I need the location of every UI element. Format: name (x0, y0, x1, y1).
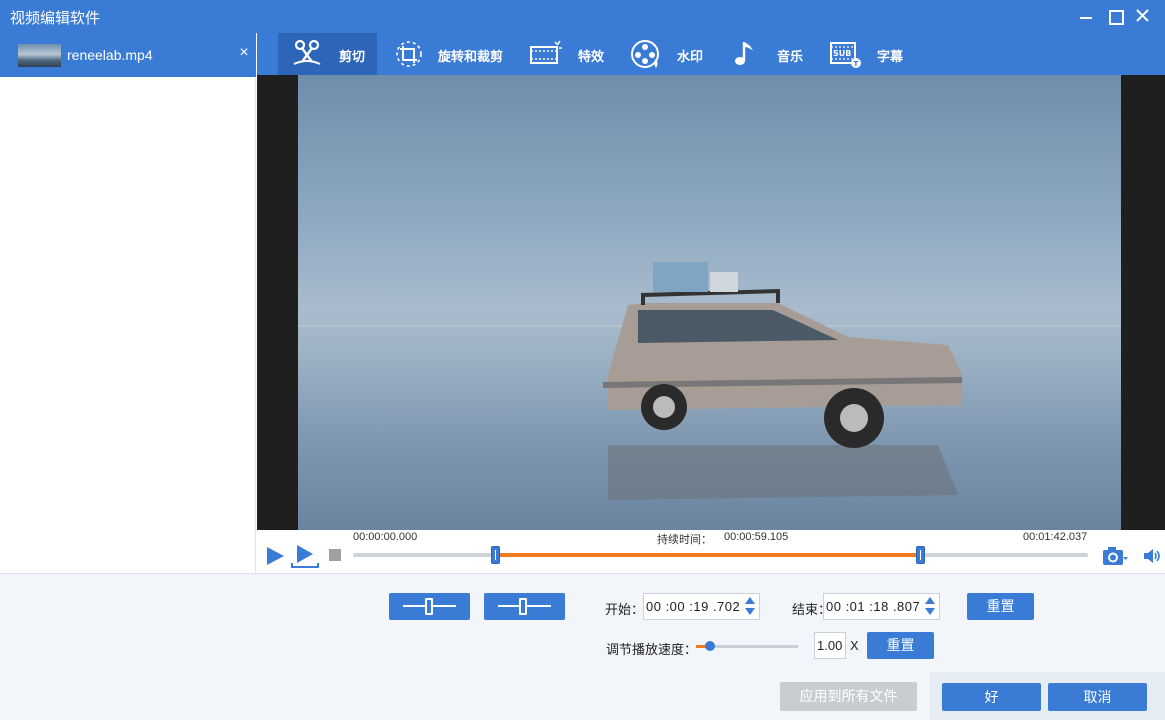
tab-subtitle[interactable]: SUB T 字幕 (828, 33, 918, 75)
edit-toolbar: 剪切 旋转和裁剪 特效 水印 音乐 SUB T 字幕 (257, 33, 1165, 75)
start-time-label: 开始： (605, 602, 645, 617)
set-end-marker-button[interactable] (484, 593, 565, 620)
set-start-marker-button[interactable] (389, 593, 470, 620)
title-bar: 视频编辑软件 (0, 0, 1165, 33)
tab-cut[interactable]: 剪切 (278, 33, 377, 75)
apply-to-all-button[interactable]: 应用到所有文件 (780, 682, 917, 711)
duration-label: 持续时间： (657, 534, 712, 546)
tab-effects[interactable]: 特效 (525, 33, 615, 75)
tab-rotate-crop[interactable]: 旋转和裁剪 (387, 33, 512, 75)
window-title: 视频编辑软件 (10, 10, 101, 27)
remove-file-button[interactable]: × (236, 44, 252, 64)
snapshot-camera-icon[interactable] (1102, 545, 1128, 567)
ok-button[interactable]: 好 (942, 683, 1041, 711)
timeline-start-time: 00:00:00.000 (353, 531, 418, 543)
video-frame (298, 75, 1121, 530)
scissors-icon (293, 39, 321, 65)
film-effects-icon (530, 40, 562, 64)
trim-end-handle[interactable] (916, 546, 926, 564)
tab-watermark[interactable]: 水印 (629, 33, 719, 75)
start-time-value: 00 :00 :19 .702 (646, 599, 741, 614)
tab-music[interactable]: 音乐 (729, 33, 819, 75)
trim-start-handle[interactable] (490, 546, 500, 564)
music-note-icon (735, 42, 753, 65)
speed-value-field[interactable]: 1.00 (814, 632, 846, 659)
timeline-selection (494, 553, 921, 557)
reset-trim-button[interactable]: 重置 (967, 593, 1034, 620)
volume-icon[interactable] (1142, 546, 1162, 566)
svg-text:T: T (854, 60, 859, 68)
tab-subtitle-label: 字幕 (877, 49, 904, 64)
video-thumbnail (18, 44, 61, 67)
end-time-field[interactable]: 00 :01 :18 .807 (823, 593, 940, 620)
reset-speed-button[interactable]: 重置 (867, 632, 934, 659)
end-time-spinner[interactable] (925, 597, 935, 616)
tab-watermark-label: 水印 (677, 49, 704, 64)
timeline-bar: 00:00:00.000 持续时间： 00:00:59.105 00:01:42… (257, 530, 1165, 573)
timeline-track[interactable] (353, 546, 1088, 564)
end-time-value: 00 :01 :18 .807 (826, 599, 921, 614)
tab-rotate-crop-label: 旋转和裁剪 (438, 49, 504, 64)
end-marker-icon (519, 598, 527, 615)
trim-controls-panel: 开始： 00 :00 :19 .702 结束： 00 :01 :18 .807 … (0, 573, 1165, 720)
tab-effects-label: 特效 (578, 49, 605, 64)
svg-text:SUB: SUB (833, 49, 851, 58)
speed-unit: X (850, 638, 859, 653)
file-name: reneelab.mp4 (67, 47, 153, 63)
play-selection-icon[interactable] (291, 543, 319, 569)
tab-cut-label: 剪切 (339, 49, 366, 64)
minimize-button[interactable] (1074, 5, 1098, 27)
subtitle-icon: SUB T (830, 42, 861, 68)
start-time-spinner[interactable] (745, 597, 755, 616)
speed-label: 调节播放速度： (606, 642, 698, 657)
tab-music-label: 音乐 (777, 49, 804, 64)
close-window-button[interactable] (1131, 5, 1155, 27)
speed-slider[interactable] (696, 641, 798, 651)
start-time-field[interactable]: 00 :00 :19 .702 (643, 593, 760, 620)
watermark-reel-icon (631, 40, 659, 68)
file-sidebar: reneelab.mp4 × (0, 33, 256, 573)
stop-button[interactable] (329, 549, 341, 561)
close-icon (1136, 9, 1149, 22)
maximize-button[interactable] (1103, 5, 1127, 27)
video-preview (257, 75, 1165, 530)
timeline-end-time: 00:01:42.037 (1023, 531, 1088, 543)
video-scene (602, 262, 963, 500)
play-icon[interactable] (264, 545, 286, 567)
start-marker-icon (425, 598, 433, 615)
speed-slider-knob[interactable] (705, 641, 716, 651)
cancel-button[interactable]: 取消 (1048, 683, 1147, 711)
crop-rotate-icon (396, 41, 422, 67)
duration-value: 00:00:59.105 (724, 531, 789, 543)
file-list-item[interactable]: reneelab.mp4 × (0, 33, 256, 77)
